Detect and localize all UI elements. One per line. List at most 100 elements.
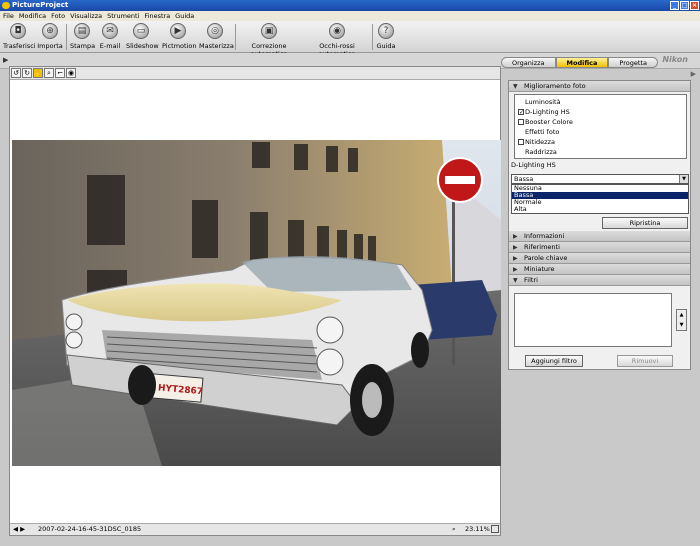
tab-organizza[interactable]: Organizza [501,57,556,68]
car-photo: HYT2867 [12,140,501,466]
option-label: Effetti foto [525,128,560,136]
checkbox[interactable] [518,119,524,125]
import-icon: ⊕ [42,23,58,39]
printer-icon: ▤ [74,23,90,39]
expand-triangle-icon: ▶ [513,266,518,273]
dropdown-list: Nessuna Bassa Normale Alta [511,184,689,214]
auto-correction-button[interactable]: ▣ Correzione automatica [238,23,300,58]
section-miniature[interactable]: ▶ Miniature [509,264,690,275]
menu-visualizza[interactable]: Visualizza [70,11,102,21]
edit-panel: ▼ Miglioramento foto Luminosità ✓ D-Ligh… [508,80,691,370]
zoom-level[interactable]: 23.11% [465,524,490,535]
dropdown-option[interactable]: Nessuna [512,185,688,192]
dropdown-option[interactable]: Alta [512,206,688,213]
image-viewer: ↺ ↻ ✋ ⌕ ⌐ ◉ HYT2867 ◀ ▶ 2007-02-24-16-45… [9,66,501,536]
title-bar: PictureProject _ □ × [0,0,700,11]
rotate-right-icon[interactable]: ↻ [22,68,32,78]
mode-tabs: Organizza Modifica Progetta [501,57,658,68]
transfer-button[interactable]: ◘ Trasferisci [3,23,36,51]
burn-button[interactable]: ◎ Masterizza [199,23,234,51]
crop-tool-icon[interactable]: ⌐ [55,68,65,78]
setting-label: D-Lighting HS [511,161,556,169]
print-button[interactable]: ▤ Stampa [70,23,96,51]
viewer-toolbar: ↺ ↻ ✋ ⌕ ⌐ ◉ [10,67,500,80]
option-label: D-Lighting HS [525,108,570,116]
expand-triangle-icon: ▶ [513,233,518,240]
enhancement-list: Luminosità ✓ D-Lighting HS Booster Color… [514,94,687,159]
help-label: Guida [376,42,396,50]
red-eye-button[interactable]: ◉ Occhi-rossi automatico [305,23,369,58]
print-label: Stampa [70,42,96,50]
d-lighting-select[interactable]: Bassa ▼ [511,174,689,184]
chevron-down-icon[interactable]: ▼ [679,175,688,183]
close-button[interactable]: × [690,1,699,10]
hand-tool-icon[interactable]: ✋ [33,68,43,78]
menu-bar: File Modifica Foto Visualizza Strumenti … [0,11,700,21]
option-luminosita[interactable]: Luminosità [515,97,686,107]
section-title: Filtri [524,276,538,284]
section-riferimenti[interactable]: ▶ Riferimenti [509,242,690,253]
section-title: Miglioramento foto [524,82,586,90]
section-miglioramento-foto[interactable]: ▼ Miglioramento foto [509,81,690,92]
menu-modifica[interactable]: Modifica [19,11,46,21]
collapse-triangle-icon: ▼ [513,83,518,90]
help-button[interactable]: ? Guida [376,23,396,51]
disc-icon: ◎ [207,23,223,39]
filter-list[interactable] [514,293,672,347]
option-label: Nitidezza [525,138,555,146]
expand-triangle-icon: ▶ [513,244,518,251]
rotate-left-icon[interactable]: ↺ [11,68,21,78]
expand-arrow-icon[interactable]: ▶ [3,56,8,64]
minimize-button[interactable]: _ [670,1,679,10]
maximize-button[interactable]: □ [680,1,689,10]
email-label: E-mail [99,42,121,50]
pictmotion-button[interactable]: ▶ Pictmotion [162,23,197,51]
pictmotion-label: Pictmotion [162,42,197,50]
import-button[interactable]: ⊕ Importa [37,23,63,51]
tab-modifica[interactable]: Modifica [555,57,609,68]
section-filtri[interactable]: ▼ Filtri [509,275,690,286]
burn-label: Masterizza [199,42,234,50]
transfer-label: Trasferisci [3,42,36,50]
menu-finestra[interactable]: Finestra [144,11,170,21]
nav-buttons: ◀ ▶ [13,524,25,535]
checkbox[interactable] [518,139,524,145]
view-eye-icon[interactable]: ◉ [66,68,76,78]
checkbox-checked[interactable]: ✓ [518,109,524,116]
panel-collapse-icon[interactable]: ▶ [691,70,696,78]
menu-guida[interactable]: Guida [175,11,194,21]
slideshow-icon: ▭ [133,23,149,39]
brand-logo: Nikon [662,55,688,64]
section-title: Miniature [524,265,555,273]
menu-foto[interactable]: Foto [51,11,65,21]
file-name: 2007-02-24-16-45-31DSC_0185 [38,525,142,533]
remove-filter-button[interactable]: Rimuovi [617,355,673,367]
next-arrow-icon[interactable]: ▶ [20,525,25,533]
section-parole-chiave[interactable]: ▶ Parole chiave [509,253,690,264]
section-title: Parole chiave [524,254,568,262]
option-nitidezza[interactable]: Nitidezza [515,137,686,147]
option-label: Booster Colore [525,118,573,126]
dropdown-option[interactable]: Normale [512,199,688,206]
zoom-tool-icon[interactable]: ⌕ [44,68,54,78]
option-d-lighting[interactable]: ✓ D-Lighting HS [515,107,686,117]
option-raddrizza[interactable]: Raddrizza [515,147,686,157]
filter-order-stepper[interactable]: ▲ ▼ [676,309,687,331]
menu-strumenti[interactable]: Strumenti [107,11,139,21]
option-effetti-foto[interactable]: Effetti foto [515,127,686,137]
menu-file[interactable]: File [3,11,14,21]
option-booster-colore[interactable]: Booster Colore [515,117,686,127]
photo-preview[interactable]: HYT2867 [12,140,501,466]
tab-progetta[interactable]: Progetta [608,57,658,68]
prev-arrow-icon[interactable]: ◀ [13,525,18,533]
add-filter-button[interactable]: Aggiungi filtro [525,355,583,367]
collapsed-sections: ▶ Informazioni ▶ Riferimenti ▶ Parole ch… [509,231,690,286]
reset-button[interactable]: Ripristina [602,217,688,229]
pictmotion-icon: ▶ [170,23,186,39]
slideshow-button[interactable]: ▭ Slideshow [126,23,159,51]
zoom-icon[interactable]: ⌕ [452,524,456,535]
fit-window-icon[interactable] [491,525,499,533]
expand-triangle-icon: ▶ [513,255,518,262]
section-informazioni[interactable]: ▶ Informazioni [509,231,690,242]
email-button[interactable]: ✉ E-mail [99,23,121,51]
